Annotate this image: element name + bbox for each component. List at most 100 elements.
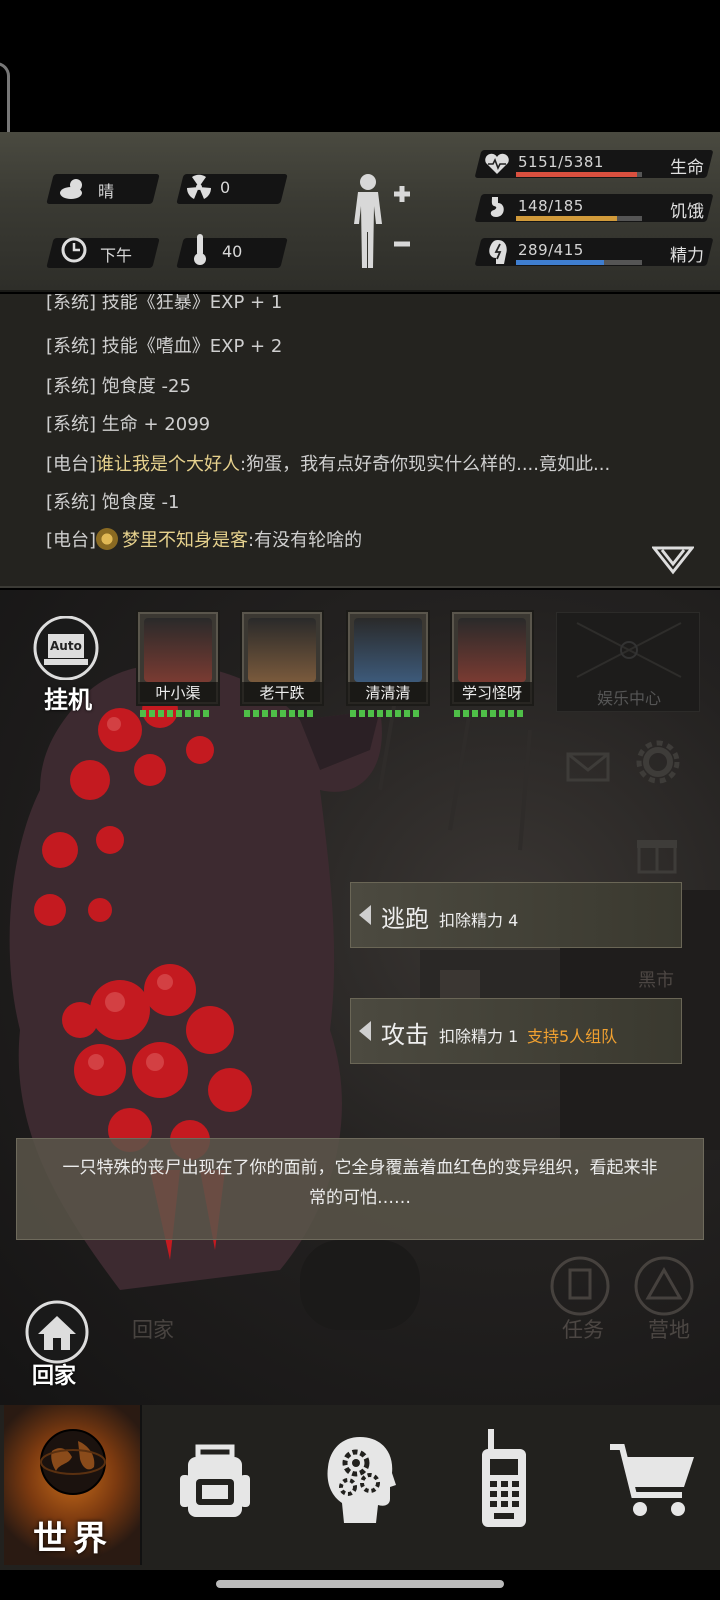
log-line: [系统] 技能《狂暴》EXP + 1	[46, 294, 282, 314]
team-member-card[interactable]: 叶小渠	[136, 610, 220, 706]
thermometer-icon	[194, 234, 206, 265]
walkie-talkie-icon	[482, 1429, 526, 1527]
log-line: [系统] 生命 + 2099	[46, 410, 210, 436]
attack-cost: 扣除精力 1	[439, 1027, 519, 1046]
hunger-bar-fill	[516, 216, 617, 221]
flee-label: 逃跑	[381, 905, 429, 933]
brain-bolt-icon	[489, 240, 507, 264]
log-tag: [系统]	[46, 294, 97, 313]
radio-speaker[interactable]: 谁让我是个大好人	[96, 454, 240, 475]
heart-icon	[485, 153, 509, 174]
nav-tab-radio[interactable]	[436, 1405, 574, 1565]
bottom-navigation: 世界	[0, 1405, 720, 1570]
gift-icon[interactable]	[636, 830, 678, 874]
radio-speaker[interactable]: 梦里不知身是客	[122, 530, 248, 551]
energy-bar	[516, 260, 642, 265]
mail-icon[interactable]	[566, 750, 610, 784]
log-text: 生命 + 2099	[101, 414, 211, 435]
entertainment-icon	[576, 622, 682, 678]
temperature-value: 40	[222, 242, 243, 261]
clock-icon	[61, 237, 87, 263]
task-label[interactable]: 任务	[562, 1314, 604, 1344]
log-line-radio: [电台]谁让我是个大好人:狗蛋，我有点好奇你现实什么样的....竟如此...	[46, 450, 610, 476]
flee-button[interactable]: 逃跑 扣除精力 4	[350, 882, 682, 948]
nav-tab-skills[interactable]	[292, 1405, 430, 1565]
log-tag: [系统]	[46, 336, 97, 357]
attack-button[interactable]: 攻击 扣除精力 1 支持5人组队	[350, 998, 682, 1064]
triangle-left-icon	[359, 1021, 371, 1041]
energy-value: 289/415	[518, 241, 584, 259]
battle-scene: Auto 挂机 叶小渠 老干跌 清清清 学习怪呀 娱乐中心 黑市 逃跑 扣除精力…	[0, 590, 720, 1405]
log-text: 饱食度 -1	[101, 492, 180, 513]
log-text: 饱食度 -25	[101, 376, 191, 397]
log-line-radio: [电台] 梦里不知身是客:有没有轮啥的	[46, 526, 362, 552]
team-member-card[interactable]: 清清清	[346, 610, 430, 706]
entertainment-center-button[interactable]: 娱乐中心	[556, 612, 700, 712]
energy-bar-fill	[516, 260, 604, 265]
hunger-value: 148/185	[518, 197, 584, 215]
team-member-name: 老干跌	[242, 682, 322, 704]
log-line: [系统] 饱食度 -1	[46, 488, 179, 514]
nav-tab-backpack[interactable]	[144, 1405, 282, 1565]
health-bar-fill	[516, 172, 637, 177]
log-text: 技能《嗜血》EXP + 2	[101, 336, 283, 357]
team-member-name: 学习怪呀	[452, 682, 532, 704]
energy-label: 精力	[670, 246, 704, 266]
nav-tab-world-label: 世界	[33, 1519, 113, 1559]
settings-gear-icon[interactable]	[636, 740, 680, 784]
entertainment-label: 娱乐中心	[596, 689, 661, 708]
nav-tab-world[interactable]: 世界	[4, 1405, 142, 1565]
medal-icon	[96, 528, 119, 550]
auto-idle-button[interactable]: Auto 挂机	[30, 615, 102, 714]
health-value: 5151/5381	[518, 153, 604, 171]
auto-badge: Auto	[50, 639, 82, 653]
nav-tab-shop[interactable]	[582, 1405, 720, 1565]
avatar	[248, 618, 316, 682]
log-line: [系统] 技能《嗜血》EXP + 2	[46, 332, 282, 358]
avatar	[458, 618, 526, 682]
log-tag: [电台]	[46, 530, 97, 551]
stomach-icon	[490, 197, 504, 217]
stat-row-hunger: 148/185 饥饿	[474, 192, 714, 224]
expand-log-chevron-icon[interactable]	[652, 546, 694, 576]
hunger-bar	[516, 216, 642, 221]
weather-label: 晴	[98, 182, 115, 201]
team-member-hp-pips	[350, 710, 419, 718]
cart-icon	[610, 1444, 694, 1516]
body-status-button[interactable]	[346, 172, 416, 272]
go-home-label: 回家	[32, 1364, 77, 1389]
camp-label[interactable]: 营地	[648, 1314, 690, 1344]
team-member-name: 清清清	[348, 682, 428, 704]
home-indicator-bar[interactable]	[216, 1580, 504, 1588]
attack-label: 攻击	[381, 1021, 429, 1049]
message-log[interactable]: [系统] 技能《狂暴》EXP + 1 [系统] 技能《嗜血》EXP + 2 [系…	[0, 294, 720, 588]
ghost-home-label: 回家	[132, 1318, 174, 1342]
team-member-name: 叶小渠	[138, 682, 218, 704]
log-text: :狗蛋，我有点好奇你现实什么样的....竟如此...	[240, 454, 611, 475]
log-line: [系统] 饱食度 -25	[46, 372, 191, 398]
team-member-card[interactable]: 老干跌	[240, 610, 324, 706]
avatar	[144, 618, 212, 682]
encounter-narration-box: 一只特殊的丧尸出现在了你的面前，它全身覆盖着血红色的变异组织，看起来非常的可怕……	[16, 1138, 704, 1240]
team-member-hp-pips	[244, 710, 313, 718]
black-market-label[interactable]: 黑市	[638, 966, 674, 992]
stat-row-energy: 289/415 精力	[474, 236, 714, 268]
task-icon[interactable]	[548, 1254, 612, 1318]
stat-row-health: 5151/5381 生命	[474, 148, 714, 180]
camp-tent-icon[interactable]	[632, 1254, 696, 1318]
go-home-button[interactable]: 回家	[22, 1300, 92, 1389]
top-blank-area	[0, 0, 720, 132]
head-gears-icon	[327, 1437, 396, 1523]
flee-cost: 扣除精力 4	[439, 911, 519, 930]
log-tag: [电台]	[46, 454, 97, 475]
log-text: 技能《狂暴》EXP + 1	[101, 294, 283, 313]
backpack-icon	[180, 1444, 250, 1517]
team-member-card[interactable]: 学习怪呀	[450, 610, 534, 706]
log-text: :有没有轮啥的	[248, 530, 363, 551]
log-tag: [系统]	[46, 414, 97, 435]
avatar	[354, 618, 422, 682]
log-tag: [系统]	[46, 376, 97, 397]
attack-team-note: 支持5人组队	[527, 1027, 618, 1046]
time-of-day-label: 下午	[100, 246, 133, 265]
log-tag: [系统]	[46, 492, 97, 513]
